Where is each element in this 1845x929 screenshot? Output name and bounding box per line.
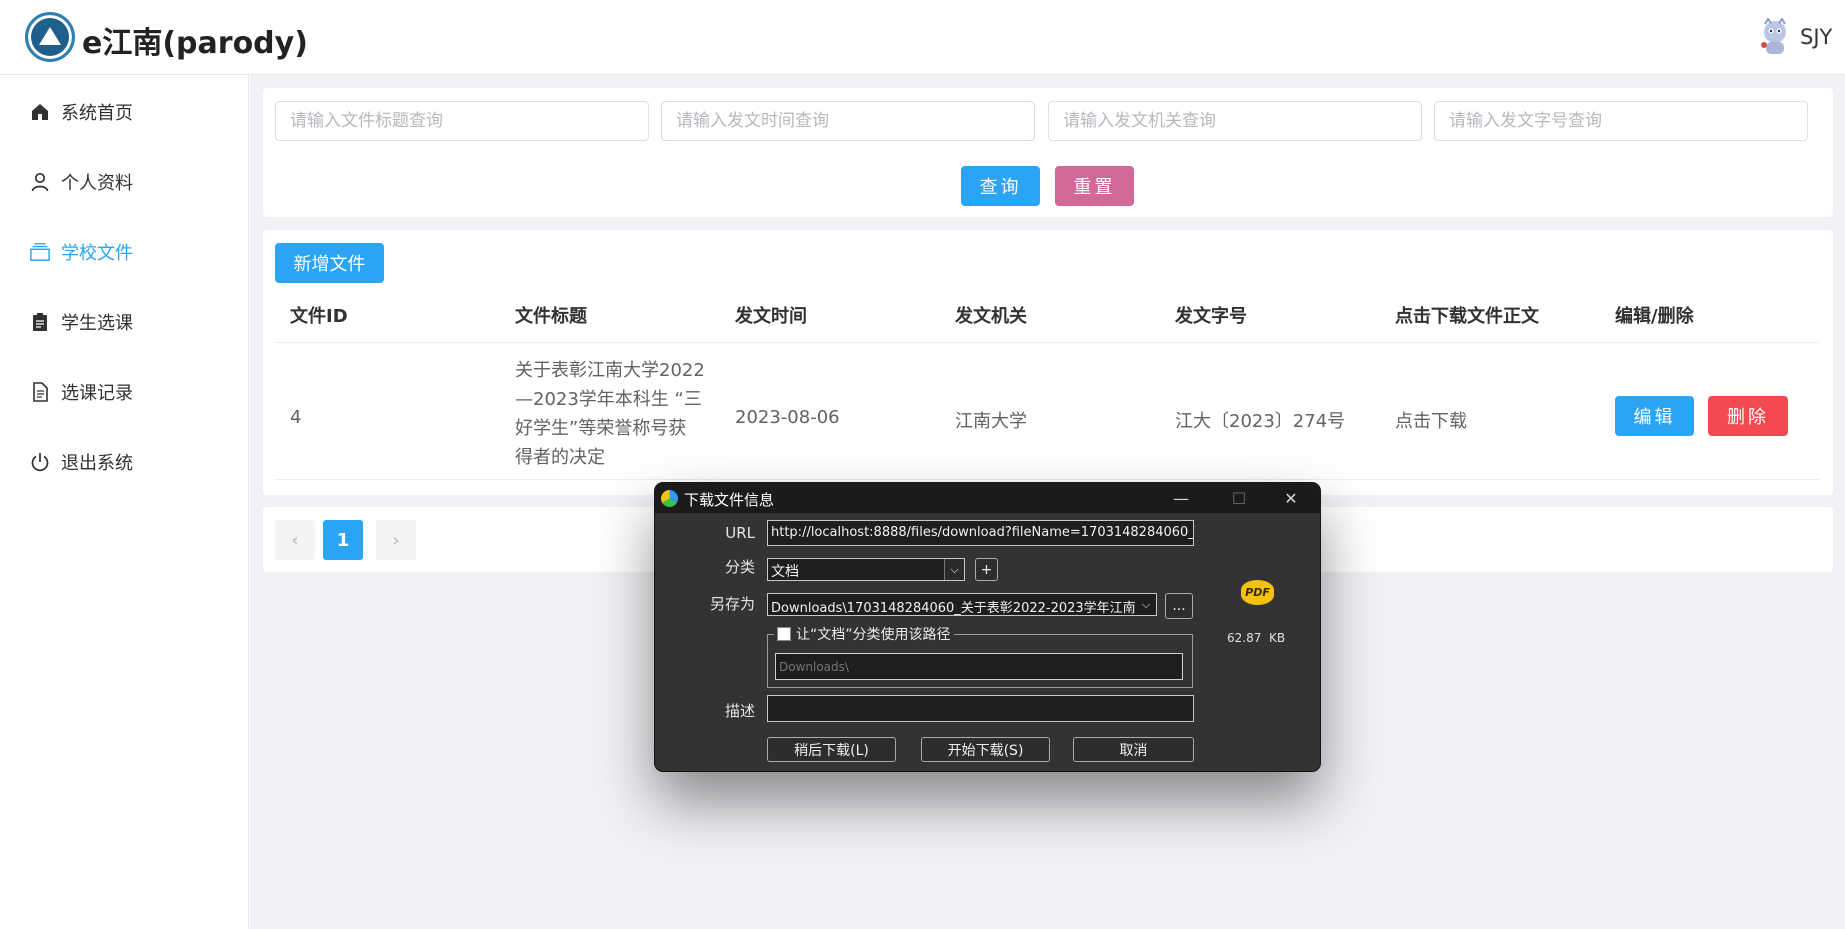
page-number-button[interactable]: 1 <box>323 520 363 560</box>
category-label: 分类 <box>724 558 755 576</box>
sidebar: 系统首页 个人资料 学校文件 学生选课 选课记录 退出系统 <box>0 75 249 929</box>
cell-date: 2023-08-06 <box>735 407 840 428</box>
category-select[interactable]: 文档 ⌵ <box>767 558 965 581</box>
app-header: e江南(parody) SJY <box>0 0 1845 75</box>
file-table-panel: 新增文件 文件ID 文件标题 发文时间 发文机关 发文字号 点击下载文件正文 编… <box>263 230 1833 495</box>
reset-button[interactable]: 重置 <box>1055 166 1134 206</box>
browse-button[interactable]: ... <box>1165 593 1193 619</box>
query-button[interactable]: 查询 <box>961 166 1040 206</box>
document-icon <box>30 382 50 402</box>
app-title: e江南(parody) <box>82 26 308 61</box>
column-header-title: 文件标题 <box>515 306 587 327</box>
sidebar-item-label: 退出系统 <box>61 453 133 474</box>
next-page-button[interactable]: › <box>376 520 416 560</box>
sidebar-item-course-records[interactable]: 选课记录 <box>0 367 249 417</box>
cell-id: 4 <box>290 407 302 428</box>
sidebar-item-label: 学生选课 <box>61 313 133 334</box>
table-header-divider <box>275 342 1820 343</box>
sidebar-item-label: 个人资料 <box>61 173 133 194</box>
delete-button[interactable]: 删除 <box>1708 396 1788 436</box>
url-label: URL <box>725 524 755 542</box>
sidebar-item-profile[interactable]: 个人资料 <box>0 157 249 207</box>
use-path-label: 让“文档”分类使用该路径 <box>796 627 951 643</box>
path-groupbox: 让“文档”分类使用该路径 <box>767 624 1193 688</box>
dialog-title: 下载文件信息 <box>684 491 775 509</box>
username[interactable]: SJY <box>1800 25 1832 49</box>
use-path-option: 让“文档”分类使用该路径 <box>774 624 954 644</box>
download-dialog: 下载文件信息 — ☐ ✕ URL http://localhost:8888/f… <box>655 483 1320 771</box>
add-category-button[interactable]: + <box>975 558 998 581</box>
sidebar-item-label: 选课记录 <box>61 383 133 404</box>
table-row-divider <box>275 479 1820 480</box>
org-search-input[interactable] <box>1048 101 1422 141</box>
close-button[interactable]: ✕ <box>1262 483 1320 513</box>
edit-button[interactable]: 编辑 <box>1615 396 1694 436</box>
number-search-input[interactable] <box>1434 101 1808 141</box>
folder-stack-icon <box>30 242 50 262</box>
cell-org: 江南大学 <box>955 411 1027 432</box>
description-field[interactable] <box>767 695 1194 722</box>
column-header-download: 点击下载文件正文 <box>1395 306 1539 327</box>
column-header-id: 文件ID <box>290 306 348 327</box>
search-panel: 查询 重置 <box>263 88 1833 217</box>
minimize-button[interactable]: — <box>1152 483 1210 513</box>
maximize-button[interactable]: ☐ <box>1210 483 1268 513</box>
download-manager-icon <box>661 490 678 507</box>
url-field[interactable]: http://localhost:8888/files/download?fil… <box>767 520 1194 546</box>
save-as-select[interactable]: Downloads\1703148284060_关于表彰2022-2023学年江… <box>767 593 1157 616</box>
file-size: 62.87 KB <box>1227 631 1286 645</box>
sidebar-item-logout[interactable]: 退出系统 <box>0 437 249 487</box>
sidebar-item-label: 系统首页 <box>61 103 133 124</box>
save-as-value: Downloads\1703148284060_关于表彰2022-2023学年江… <box>771 601 1149 616</box>
column-header-number: 发文字号 <box>1175 306 1247 327</box>
download-later-button[interactable]: 稍后下载(L) <box>767 737 896 762</box>
use-path-checkbox[interactable] <box>777 627 791 641</box>
sidebar-item-home[interactable]: 系统首页 <box>0 87 249 137</box>
title-search-input[interactable] <box>275 101 649 141</box>
sidebar-item-course-selection[interactable]: 学生选课 <box>0 297 249 347</box>
power-icon <box>30 452 50 472</box>
download-link[interactable]: 点击下载 <box>1395 407 1467 433</box>
avatar[interactable] <box>1758 18 1792 56</box>
column-header-org: 发文机关 <box>955 306 1027 327</box>
home-icon <box>30 102 50 122</box>
clipboard-icon <box>30 312 50 332</box>
university-logo <box>25 12 75 62</box>
column-header-date: 发文时间 <box>735 306 807 327</box>
start-download-button[interactable]: 开始下载(S) <box>921 737 1050 762</box>
column-header-actions: 编辑/删除 <box>1615 306 1694 327</box>
description-label: 描述 <box>724 702 755 720</box>
save-as-label: 另存为 <box>709 595 755 613</box>
cell-title: 关于表彰江南大学2022 —2023学年本科生 “三 好学生”等荣誉称号获 得者… <box>515 360 705 468</box>
user-icon <box>30 172 50 192</box>
date-search-input[interactable] <box>661 101 1035 141</box>
category-value: 文档 <box>771 564 799 580</box>
pdf-file-icon: PDF <box>1241 580 1274 605</box>
cancel-button[interactable]: 取消 <box>1073 737 1194 762</box>
sidebar-item-label: 学校文件 <box>61 243 133 264</box>
sidebar-item-school-files[interactable]: 学校文件 <box>0 227 249 277</box>
dialog-titlebar[interactable]: 下载文件信息 — ☐ ✕ <box>655 483 1320 513</box>
prev-page-button[interactable]: ‹ <box>275 520 315 560</box>
cell-number: 江大〔2023〕274号 <box>1175 411 1346 432</box>
path-input[interactable] <box>775 653 1183 680</box>
chevron-down-icon: ⌵ <box>944 559 964 580</box>
add-file-button[interactable]: 新增文件 <box>275 243 384 283</box>
chevron-down-icon: ⌵ <box>1136 594 1156 615</box>
